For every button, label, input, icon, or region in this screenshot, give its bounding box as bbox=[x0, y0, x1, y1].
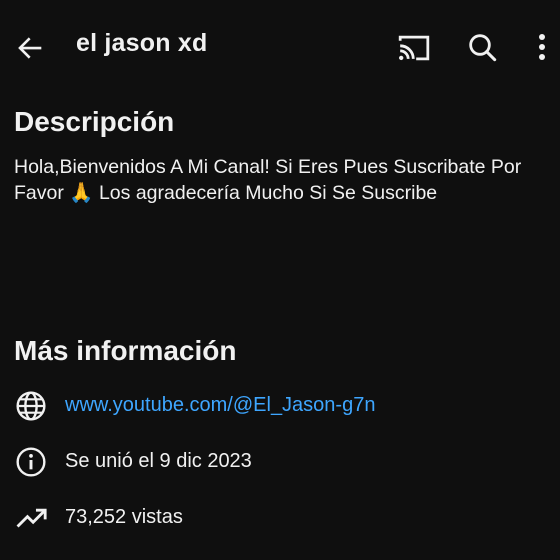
more-info-heading: Más información bbox=[14, 335, 237, 366]
views-row: 73,252 vistas bbox=[0, 497, 560, 537]
description-heading: Descripción bbox=[14, 106, 175, 137]
cast-icon bbox=[398, 35, 430, 61]
search-icon bbox=[469, 34, 497, 62]
info-icon bbox=[14, 445, 48, 479]
globe-icon bbox=[14, 389, 48, 423]
top-app-bar: el jason xd bbox=[0, 0, 560, 95]
search-button[interactable] bbox=[462, 27, 502, 67]
back-button[interactable] bbox=[12, 30, 48, 66]
more-vertical-icon bbox=[539, 34, 545, 60]
joined-date-text: Se unió el 9 dic 2023 bbox=[65, 450, 252, 472]
description-text: Hola,Bienvenidos A Mi Canal! Si Eres Pue… bbox=[14, 156, 522, 204]
views-count-text: 73,252 vistas bbox=[65, 506, 183, 528]
channel-link-row: www.youtube.com/@El_Jason-g7n bbox=[0, 385, 560, 425]
channel-link[interactable]: www.youtube.com/@El_Jason-g7n bbox=[65, 394, 375, 417]
trending-up-icon bbox=[14, 501, 48, 535]
joined-date-row: Se unió el 9 dic 2023 bbox=[0, 441, 560, 481]
cast-button[interactable] bbox=[394, 28, 434, 68]
more-options-button[interactable] bbox=[526, 27, 558, 67]
channel-title: el jason xd bbox=[76, 29, 208, 57]
arrow-left-icon bbox=[18, 37, 42, 59]
